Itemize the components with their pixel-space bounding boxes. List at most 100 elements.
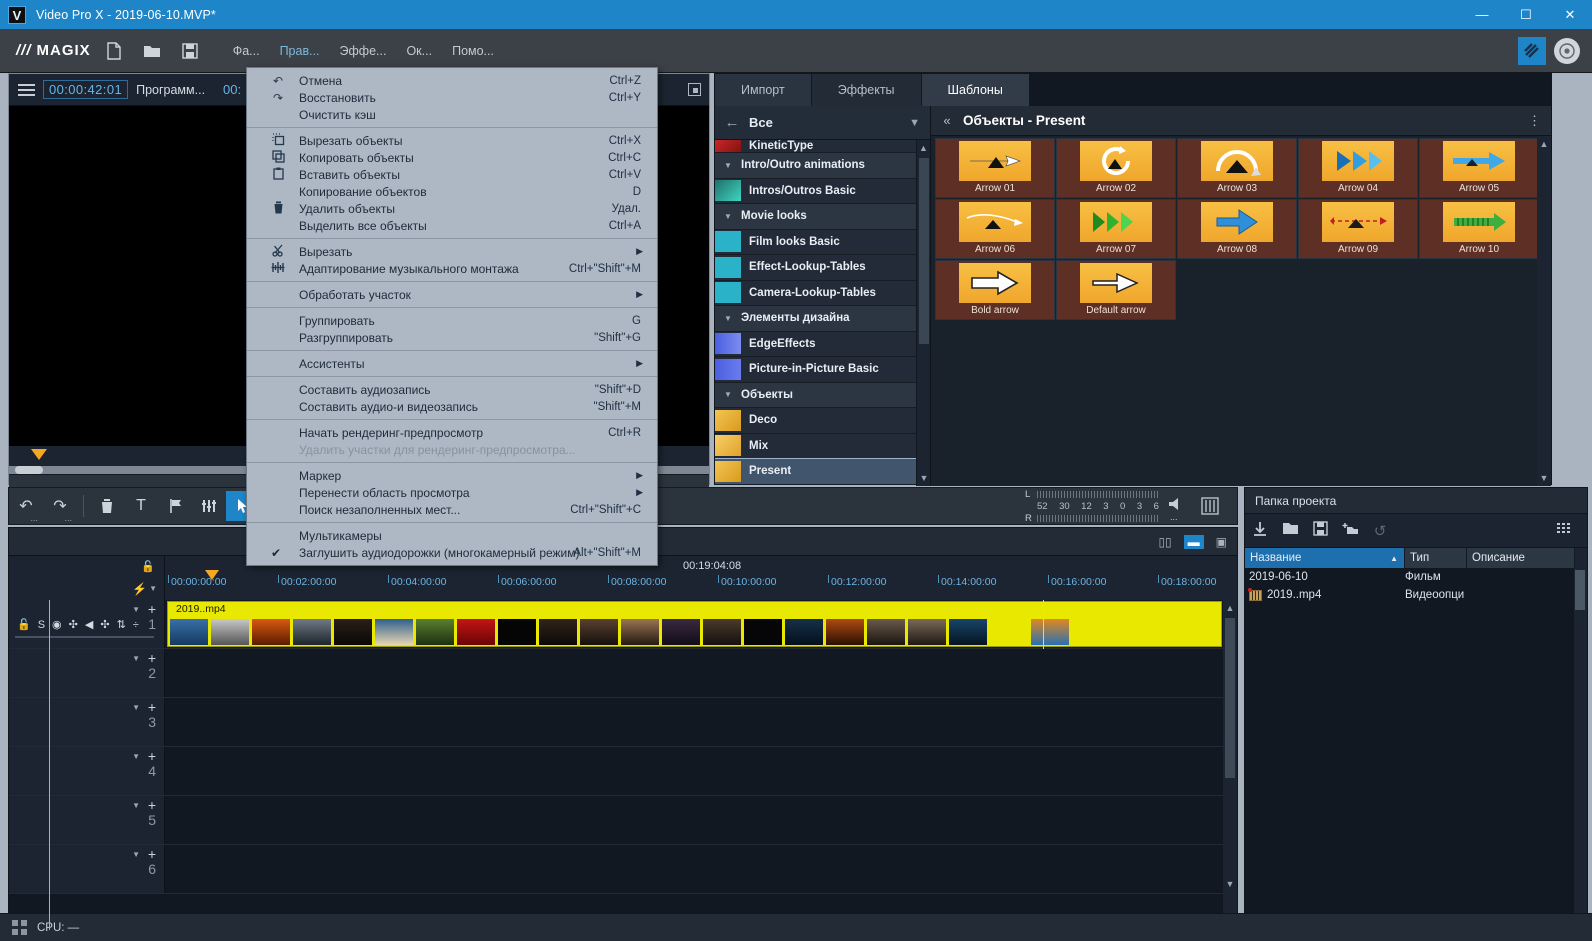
scroll-thumb[interactable] xyxy=(1575,570,1585,610)
record-icon[interactable]: ✣ xyxy=(100,618,109,631)
column-header-description[interactable]: Описание xyxy=(1467,548,1575,568)
content-scrollbar[interactable]: ▲ ▼ xyxy=(1537,136,1551,486)
tree-item-deco[interactable]: Deco xyxy=(715,408,930,434)
table-row[interactable]: 2019-06-10 Фильм xyxy=(1245,568,1587,586)
tree-item-intros-outros-basic[interactable]: Intros/Outros Basic xyxy=(715,178,930,204)
track-body[interactable] xyxy=(164,649,1237,697)
tracks-scrollbar[interactable]: ▲ ▼ + xyxy=(1223,600,1237,930)
lock-icon[interactable]: 🔓 xyxy=(17,618,31,631)
tab-effects[interactable]: Эффекты xyxy=(811,74,922,106)
maximize-button[interactable]: ☐ xyxy=(1504,0,1548,29)
close-button[interactable]: ✕ xyxy=(1548,0,1592,29)
timeline-bolt-icon[interactable]: ⚡ ▼ xyxy=(9,577,164,600)
speaker-icon[interactable] xyxy=(1167,496,1185,522)
chevron-down-icon[interactable]: ▼ xyxy=(132,605,140,614)
template-item[interactable]: Arrow 03 xyxy=(1177,138,1297,198)
tree-group-movie-looks[interactable]: ▼ Movie looks xyxy=(715,204,930,230)
menu-item-mute-audio-tracks[interactable]: ✔ Заглушить аудиодорожки (многокамерный … xyxy=(247,544,657,561)
collapse-icon[interactable]: « xyxy=(931,113,963,128)
template-item[interactable]: Arrow 02 xyxy=(1056,138,1176,198)
eye-icon[interactable]: ◉ xyxy=(52,618,62,631)
grid-view-icon[interactable] xyxy=(1549,522,1579,540)
status-grid-icon[interactable] xyxy=(12,920,27,935)
table-row[interactable]: 2019..mp4 Видеоопци xyxy=(1245,586,1587,604)
track-body[interactable]: 2019..mp4 xyxy=(164,600,1237,649)
menu-item-paste-objects[interactable]: Вставить объекты Ctrl+V xyxy=(247,166,657,183)
template-item[interactable]: Arrow 09 xyxy=(1298,199,1418,259)
add-folder-icon[interactable] xyxy=(1335,521,1365,540)
tree-item-kinetictype[interactable]: KineticType xyxy=(715,140,930,153)
track-body[interactable] xyxy=(164,845,1237,893)
scroll-up-icon[interactable]: ▲ xyxy=(1223,600,1237,616)
template-item[interactable]: Arrow 08 xyxy=(1177,199,1297,259)
chevron-down-icon[interactable]: ▼ xyxy=(132,801,140,810)
menu-item-create-av-recording[interactable]: Составить аудио-и видеозапись "Shift"+M xyxy=(247,398,657,415)
menu-item-clear-cache[interactable]: Очистить кэш xyxy=(247,106,657,123)
menu-item-cut[interactable]: Вырезать ▶ xyxy=(247,243,657,260)
menu-item-delete-objects[interactable]: Удалить объекты Удал. xyxy=(247,200,657,217)
menu-item-copy-objects[interactable]: Копировать объекты Ctrl+C xyxy=(247,149,657,166)
chevron-down-icon[interactable]: ▼ xyxy=(132,850,140,859)
add-track-icon[interactable]: + xyxy=(148,650,156,666)
template-item[interactable]: Arrow 10 xyxy=(1419,199,1539,259)
save-icon[interactable] xyxy=(1305,521,1335,540)
track-header[interactable]: ▼ + 3 xyxy=(9,698,164,746)
menu-file[interactable]: Фа... xyxy=(223,40,270,62)
track-body[interactable] xyxy=(164,747,1237,795)
marker-button[interactable] xyxy=(158,491,192,521)
tree-item-mix[interactable]: Mix xyxy=(715,433,930,459)
track-level-bar[interactable] xyxy=(15,636,154,638)
template-item[interactable]: Arrow 01 xyxy=(935,138,1055,198)
menu-item-start-render-preview[interactable]: Начать рендеринг-предпросмотр Ctrl+R xyxy=(247,424,657,441)
menu-edit[interactable]: Прав... xyxy=(270,40,330,62)
menu-item-marker[interactable]: Маркер ▶ xyxy=(247,467,657,484)
scroll-thumb[interactable] xyxy=(919,158,929,344)
menu-item-select-all-objects[interactable]: Выделить все объекты Ctrl+A xyxy=(247,217,657,234)
menu-item-redo[interactable]: ↷ Восстановить Ctrl+Y xyxy=(247,89,657,106)
audio-mix-button[interactable] xyxy=(192,491,226,521)
save-icon[interactable] xyxy=(175,36,205,66)
column-header-type[interactable]: Тип xyxy=(1405,548,1467,568)
solo-icon[interactable]: S xyxy=(38,619,45,631)
timeline-lock-icon[interactable]: 🔓 xyxy=(9,556,164,577)
burn-disc-icon[interactable] xyxy=(1554,37,1580,64)
track-body[interactable] xyxy=(164,796,1237,844)
mixer-icon[interactable] xyxy=(1193,491,1227,521)
track-header[interactable]: ▼ + 6 xyxy=(9,845,164,893)
speaker-icon[interactable]: ◀ xyxy=(85,618,93,631)
chevron-down-icon[interactable]: ▼ xyxy=(132,703,140,712)
menu-item-cut-objects[interactable]: Вырезать объекты Ctrl+X xyxy=(247,132,657,149)
tree-item-film-looks-basic[interactable]: Film looks Basic xyxy=(715,229,930,255)
tree-group-intro-outro[interactable]: ▼ Intro/Outro animations xyxy=(715,153,930,179)
level-icon[interactable]: ⇅ xyxy=(117,618,126,631)
track-body[interactable] xyxy=(164,698,1237,746)
column-header-name[interactable]: Название ▲ xyxy=(1245,548,1405,568)
template-item[interactable]: Arrow 05 xyxy=(1419,138,1539,198)
minimize-button[interactable]: — xyxy=(1460,0,1504,29)
new-file-icon[interactable] xyxy=(99,36,129,66)
track-header[interactable]: ▼ + 4 xyxy=(9,747,164,795)
monitor-timecode[interactable]: 00:00:42:01 xyxy=(43,80,129,99)
tree-item-picture-in-picture-basic[interactable]: Picture-in-Picture Basic xyxy=(715,357,930,383)
menu-item-multicam[interactable]: Мультикамеры xyxy=(247,527,657,544)
menu-item-music-editing[interactable]: Адаптирование музыкального монтажа Ctrl+… xyxy=(247,260,657,277)
tree-group-objects[interactable]: ▼ Объекты xyxy=(715,382,930,408)
scroll-up-icon[interactable]: ▲ xyxy=(1537,136,1551,152)
scroll-down-icon[interactable]: ▼ xyxy=(1223,876,1237,892)
split-icon[interactable]: ÷ xyxy=(133,619,139,631)
timeline-playhead-icon[interactable] xyxy=(205,570,219,580)
tree-item-camera-lookup-tables[interactable]: Camera-Lookup-Tables xyxy=(715,280,930,306)
open-folder-icon[interactable] xyxy=(1275,521,1305,540)
open-folder-icon[interactable] xyxy=(137,36,167,66)
chevron-down-icon[interactable]: ▼ xyxy=(909,117,920,129)
scroll-down-icon[interactable]: ▼ xyxy=(917,470,930,486)
undo-button[interactable]: ↶ xyxy=(9,491,43,523)
menu-item-create-audio-recording[interactable]: Составить аудиозапись "Shift"+D xyxy=(247,381,657,398)
template-item[interactable]: Arrow 06 xyxy=(935,199,1055,259)
scroll-down-icon[interactable]: ▼ xyxy=(1537,470,1551,486)
menu-item-process-range[interactable]: Обработать участок ▶ xyxy=(247,286,657,303)
storyboard-view-icon[interactable]: ▣ xyxy=(1216,535,1227,549)
add-track-icon[interactable]: + xyxy=(148,748,156,764)
menu-item-move-view-area[interactable]: Перенести область просмотра ▶ xyxy=(247,484,657,501)
redo-button[interactable]: ↷ xyxy=(43,491,77,523)
